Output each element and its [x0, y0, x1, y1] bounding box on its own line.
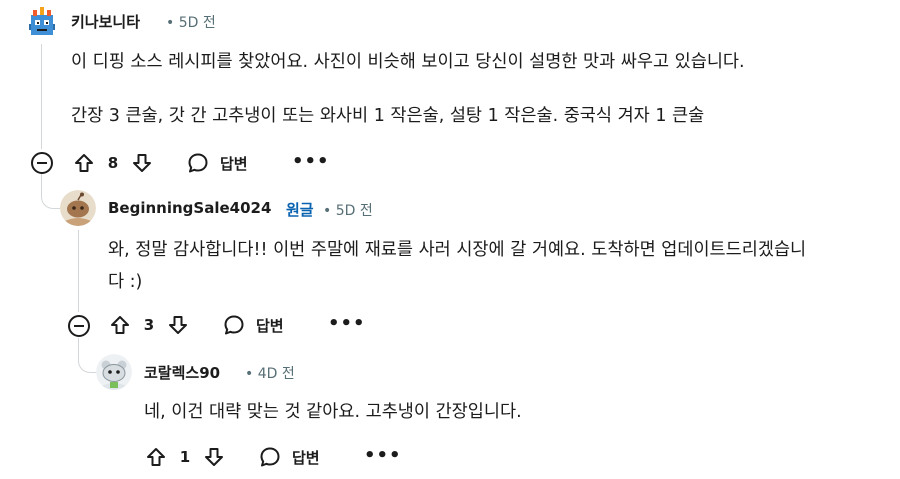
comment-text-line: 와, 정말 감사합니다!! 이번 주말에 재료를 사러 시장에 갈 거예요. 도… [108, 240, 807, 260]
reply-label: 답변 [292, 449, 320, 467]
collapse-thread-button[interactable] [31, 152, 53, 174]
more-options-button[interactable]: ••• [292, 151, 330, 172]
thread-elbow-level-2 [78, 338, 97, 373]
downvote-button[interactable] [201, 445, 227, 469]
more-options-button[interactable]: ••• [328, 313, 366, 334]
more-options-button[interactable]: ••• [364, 445, 402, 466]
downvote-icon [205, 448, 223, 466]
thread-elbow-level-1 [41, 172, 60, 209]
downvote-icon [169, 316, 187, 334]
downvote-button[interactable] [129, 151, 155, 175]
upvote-button[interactable] [107, 313, 133, 337]
comment-text-line: 이 디핑 소스 레시피를 찾았어요. 사진이 비슷해 보이고 당신이 설명한 맛… [71, 52, 745, 72]
snoo-avatar-icon [60, 190, 96, 226]
avatar[interactable] [96, 354, 132, 390]
upvote-button[interactable] [71, 151, 97, 175]
comment-text-line: 다 :) [108, 272, 143, 292]
vote-count: 3 [143, 316, 155, 334]
username[interactable]: 키나보니타 [71, 11, 140, 32]
downvote-button[interactable] [165, 313, 191, 337]
avatar[interactable] [60, 190, 96, 226]
avatar[interactable] [24, 4, 60, 40]
vote-count: 1 [179, 448, 191, 466]
op-badge: 원글 [286, 201, 314, 219]
timestamp: • 5D 전 [323, 203, 373, 219]
username[interactable]: 코랄렉스90 [144, 362, 220, 383]
reply-label: 답변 [220, 155, 248, 173]
comment-bubble-icon [188, 153, 208, 173]
collapse-thread-button[interactable] [68, 315, 90, 337]
minus-icon [74, 325, 84, 327]
username[interactable]: BeginningSale4024 [108, 199, 271, 217]
comment-bubble-icon [224, 315, 244, 335]
upvote-icon [75, 154, 93, 172]
upvote-icon [147, 448, 165, 466]
comment-text-line: 간장 3 큰술, 갓 간 고추냉이 또는 와사비 1 작은술, 설탕 1 작은술… [71, 106, 705, 126]
pixel-avatar-icon [24, 4, 60, 40]
minus-icon [37, 162, 47, 164]
comment-text-line: 네, 이건 대략 맞는 것 같아요. 고추냉이 간장입니다. [144, 402, 522, 422]
upvote-button[interactable] [143, 445, 169, 469]
thread-line-level-1 [41, 44, 42, 149]
timestamp: • 5D 전 [166, 15, 216, 31]
timestamp: • 4D 전 [245, 366, 295, 382]
upvote-icon [111, 316, 129, 334]
downvote-icon [133, 154, 151, 172]
reply-label: 답변 [256, 317, 284, 335]
comment-bubble-icon [260, 447, 280, 467]
vote-count: 8 [107, 154, 119, 172]
snoo-avatar-icon [96, 354, 132, 390]
thread-line-level-2 [78, 230, 79, 312]
